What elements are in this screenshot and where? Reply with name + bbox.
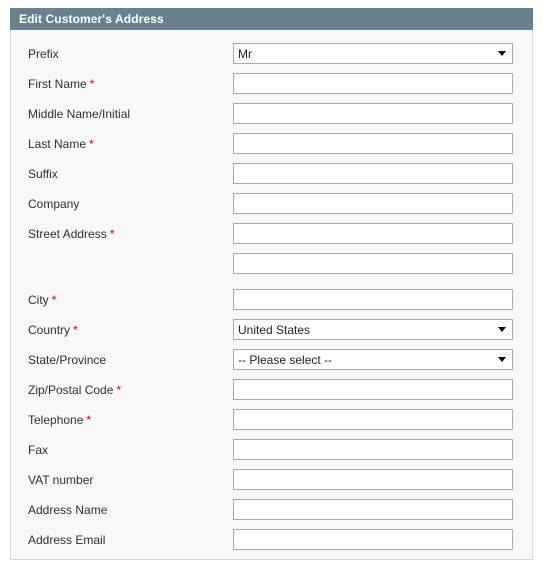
form-row-company: Company xyxy=(11,193,532,223)
required-marker: * xyxy=(109,227,115,241)
page-title: Edit Customer's Address xyxy=(19,12,164,26)
label-text: State/Province xyxy=(28,353,107,367)
form-row-middle-name: Middle Name/Initial xyxy=(11,103,532,133)
street-address-line1-input[interactable] xyxy=(233,223,513,244)
label-fax: Fax xyxy=(28,443,48,457)
form-row-fax: Fax xyxy=(11,439,532,469)
label-text: City xyxy=(28,293,49,307)
label-text: Telephone xyxy=(28,413,84,427)
control-company xyxy=(233,193,513,214)
company-input[interactable] xyxy=(233,193,513,214)
label-text: Address Name xyxy=(28,503,108,517)
control-first-name xyxy=(233,73,513,94)
label-text: Suffix xyxy=(28,167,58,181)
label-text: Street Address xyxy=(28,227,107,241)
select-wrap-state-province: -- Please select -- xyxy=(233,349,513,370)
control-address-email xyxy=(233,529,513,550)
last-name-input[interactable] xyxy=(233,133,513,154)
panel-body: Prefix Mr First Name * Middle Name/Initial La… xyxy=(10,30,533,560)
label-text: Address Email xyxy=(28,533,106,547)
label-country: Country * xyxy=(28,323,78,337)
control-address-name xyxy=(233,499,513,520)
control-country: United States xyxy=(233,319,513,340)
fax-input[interactable] xyxy=(233,439,513,460)
control-state-province: -- Please select -- xyxy=(233,349,513,370)
telephone-input[interactable] xyxy=(233,409,513,430)
control-middle-name xyxy=(233,103,513,124)
form-row-first-name: First Name * xyxy=(11,73,532,103)
address-name-input[interactable] xyxy=(233,499,513,520)
control-last-name xyxy=(233,133,513,154)
address-email-input[interactable] xyxy=(233,529,513,550)
form-row-street-address-line1: Street Address * xyxy=(11,223,532,253)
label-text: Prefix xyxy=(28,47,59,61)
label-last-name: Last Name * xyxy=(28,137,94,151)
form-row-telephone: Telephone * xyxy=(11,409,532,439)
city-input[interactable] xyxy=(233,289,513,310)
label-middle-name: Middle Name/Initial xyxy=(28,107,130,121)
form-row-last-name: Last Name * xyxy=(11,133,532,163)
middle-name-input[interactable] xyxy=(233,103,513,124)
label-first-name: First Name * xyxy=(28,77,94,91)
label-text: Zip/Postal Code xyxy=(28,383,114,397)
label-suffix: Suffix xyxy=(28,167,58,181)
control-telephone xyxy=(233,409,513,430)
control-prefix: Mr xyxy=(233,43,513,64)
label-text: First Name xyxy=(28,77,87,91)
label-text: Fax xyxy=(28,443,49,457)
required-marker: * xyxy=(73,323,78,337)
form-row-zip-postal-code: Zip/Postal Code * xyxy=(11,379,532,409)
label-city: City * xyxy=(28,293,56,307)
label-text: Last Name xyxy=(28,137,87,151)
form-row-address-email: Address Email xyxy=(11,529,532,559)
select-wrap-country: United States xyxy=(233,319,513,340)
suffix-input[interactable] xyxy=(233,163,513,184)
form-row-city: City * xyxy=(11,289,532,319)
label-text: VAT number xyxy=(28,473,94,487)
country-select[interactable]: United States xyxy=(233,319,513,340)
label-address-name: Address Name xyxy=(28,503,107,517)
form-row-prefix: Prefix Mr xyxy=(11,43,532,73)
control-vat-number xyxy=(233,469,513,490)
edit-customer-address-panel: Edit Customer's Address Prefix Mr First Na… xyxy=(10,8,533,560)
control-street-address-line1 xyxy=(233,223,513,244)
form-row-vat-number: VAT number xyxy=(11,469,532,499)
vat-number-input[interactable] xyxy=(233,469,513,490)
first-name-input[interactable] xyxy=(233,73,513,94)
label-state-province: State/Province xyxy=(28,353,106,367)
control-street-address-line2 xyxy=(233,253,513,274)
form-row-suffix: Suffix xyxy=(11,163,532,193)
panel-header: Edit Customer's Address xyxy=(10,8,533,30)
required-marker: * xyxy=(86,413,92,427)
label-telephone: Telephone * xyxy=(28,413,91,427)
control-suffix xyxy=(233,163,513,184)
label-vat-number: VAT number xyxy=(28,473,93,487)
form-row-state-province: State/Province -- Please select -- xyxy=(11,349,532,379)
control-fax xyxy=(233,439,513,460)
select-wrap-prefix: Mr xyxy=(233,43,513,64)
prefix-select[interactable]: Mr xyxy=(233,43,513,64)
label-company: Company xyxy=(28,197,79,211)
label-zip-postal-code: Zip/Postal Code * xyxy=(28,383,121,397)
label-address-email: Address Email xyxy=(28,533,105,547)
label-text: Middle Name/Initial xyxy=(28,107,131,121)
required-marker: * xyxy=(89,137,94,151)
address-form: Prefix Mr First Name * Middle Name/Initial La… xyxy=(11,30,532,559)
control-zip-postal-code xyxy=(233,379,513,400)
label-text: Company xyxy=(28,197,80,211)
zip-postal-code-input[interactable] xyxy=(233,379,513,400)
label-prefix: Prefix xyxy=(28,47,59,61)
form-row-country: Country * United States xyxy=(11,319,532,349)
required-marker: * xyxy=(116,383,122,397)
required-marker: * xyxy=(89,77,95,91)
street-address-line2-input[interactable] xyxy=(233,253,513,274)
label-text: Country xyxy=(28,323,71,337)
state-province-select[interactable]: -- Please select -- xyxy=(233,349,513,370)
form-row-street-address-line2 xyxy=(11,253,532,283)
form-row-address-name: Address Name xyxy=(11,499,532,529)
label-street-address-line1: Street Address * xyxy=(28,227,114,241)
control-city xyxy=(233,289,513,310)
required-marker: * xyxy=(51,293,57,307)
